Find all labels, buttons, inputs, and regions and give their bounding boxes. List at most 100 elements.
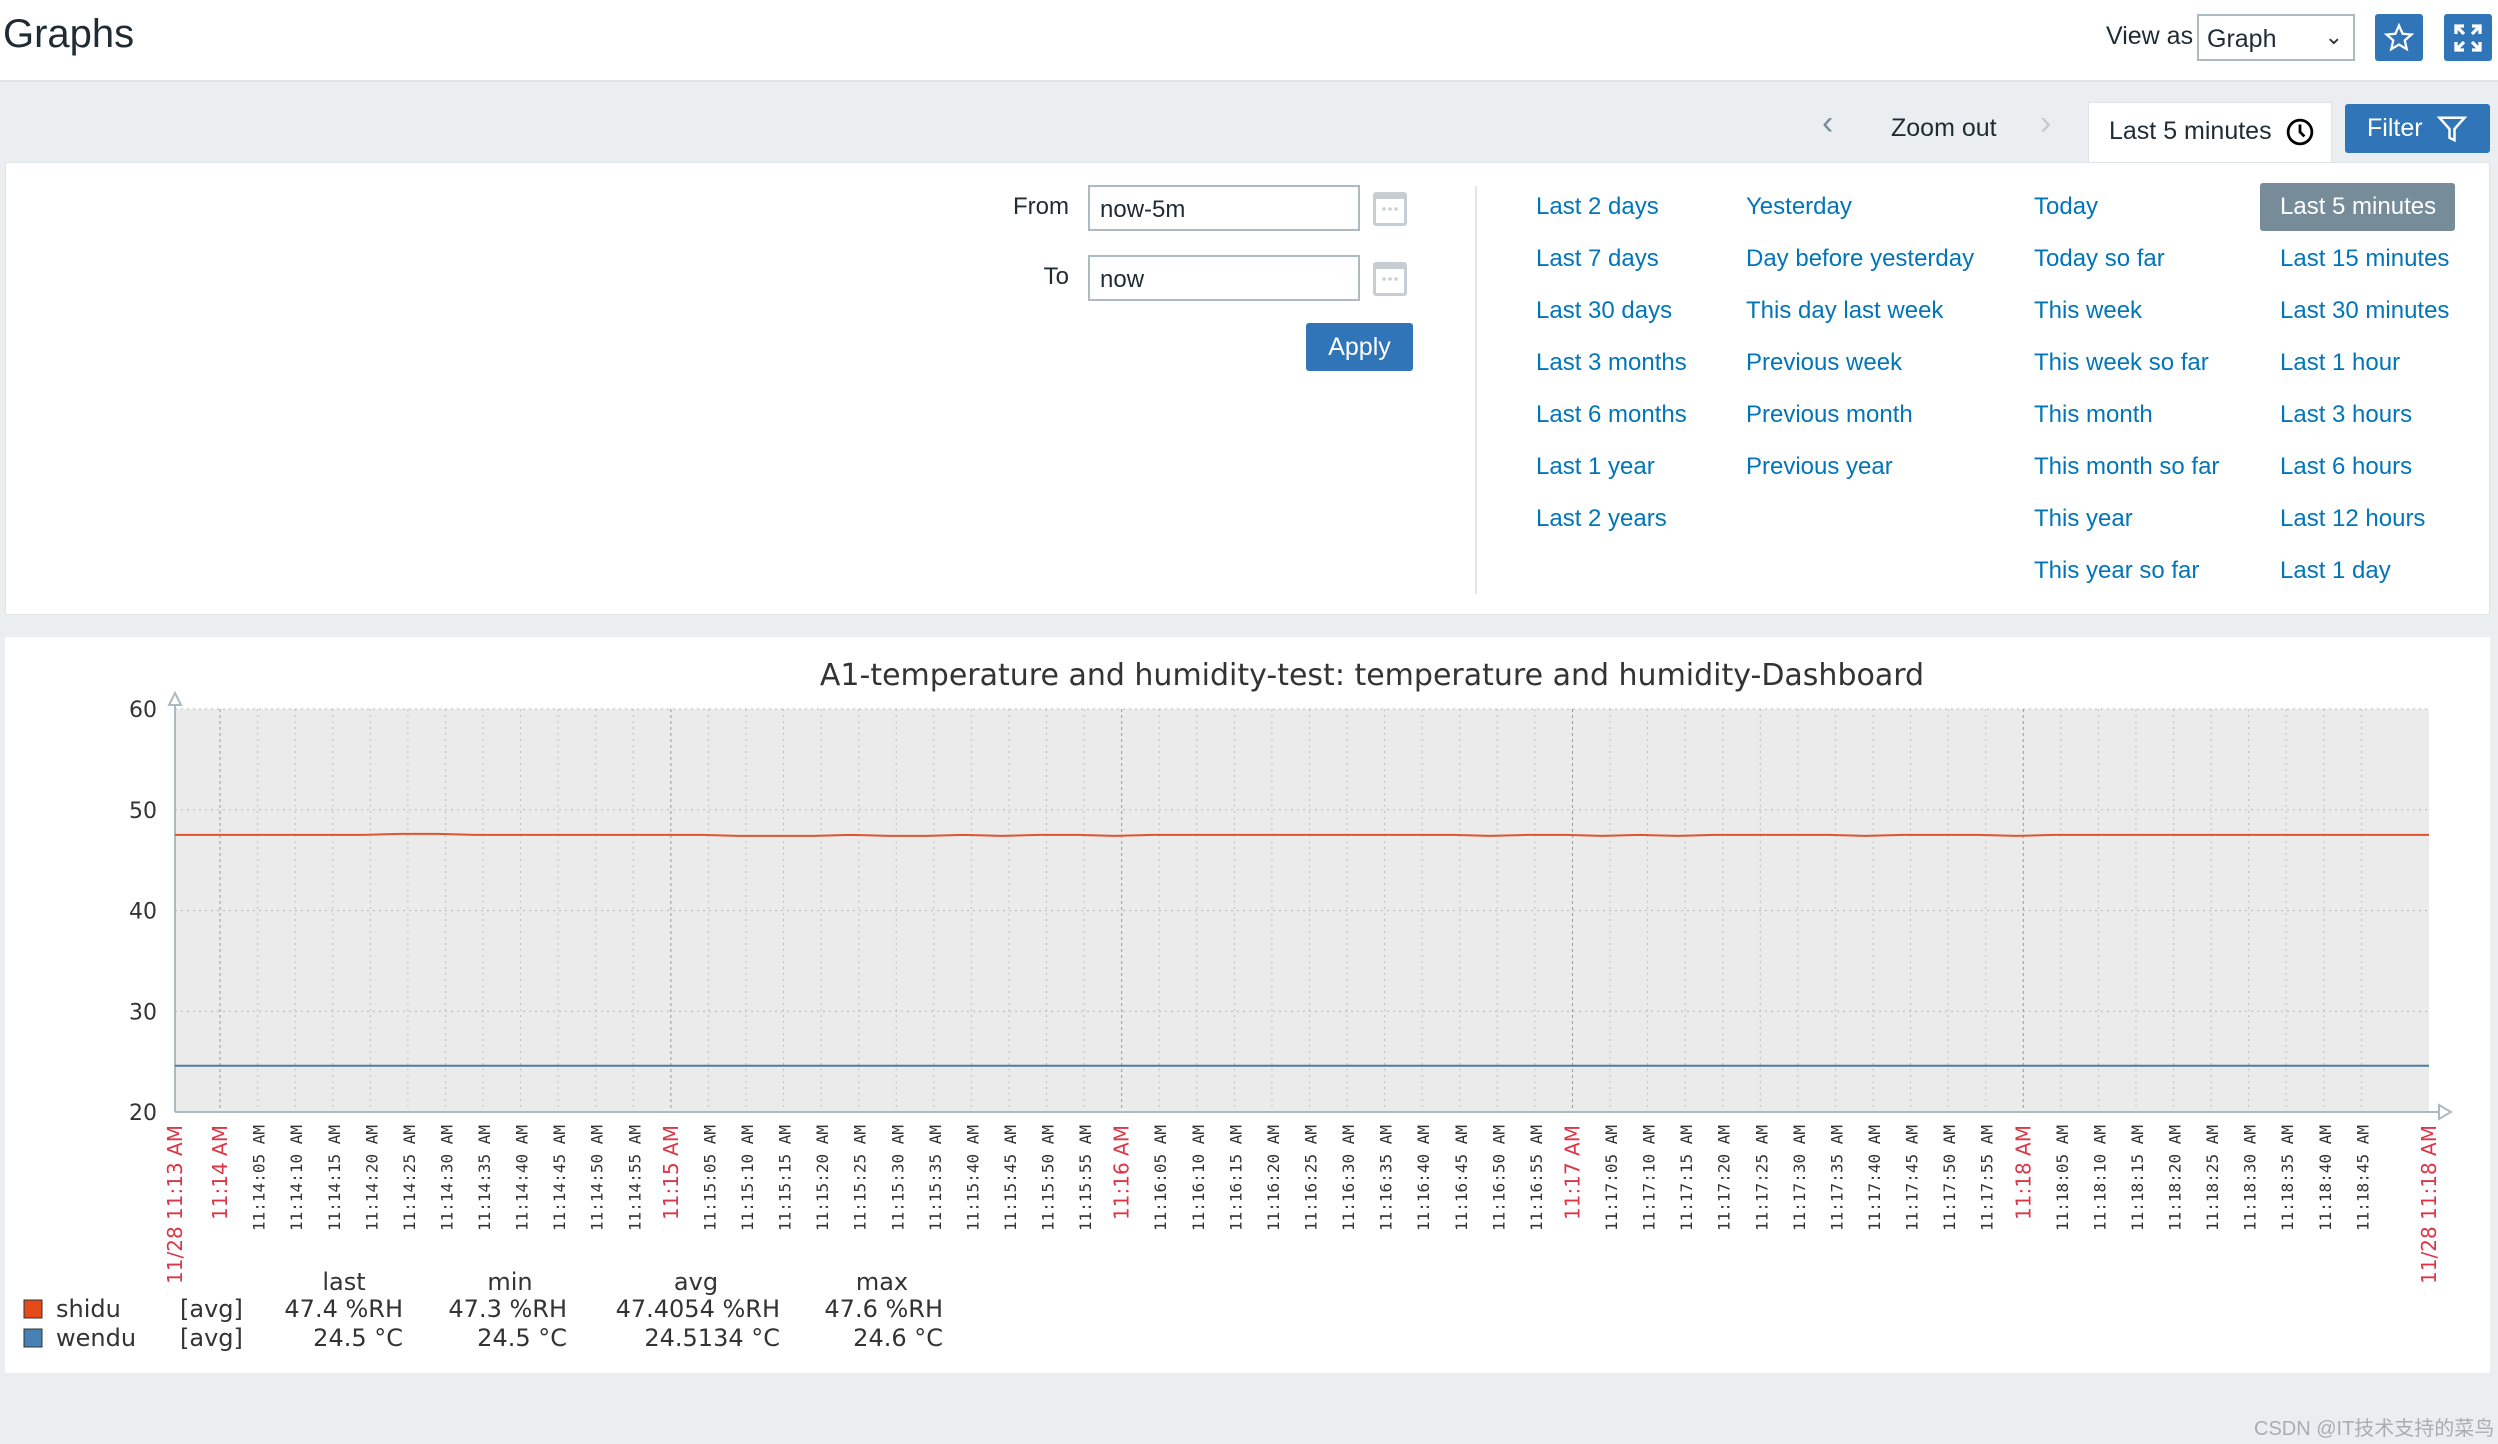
star-icon: [2384, 22, 2414, 51]
chevron-right-icon[interactable]: ›: [2040, 104, 2051, 143]
x-tick-label: 11:17:05 AM: [1602, 1125, 1621, 1231]
quick-range-link[interactable]: This day last week: [1746, 297, 1943, 325]
x-tick-label: 11:15:55 AM: [1076, 1125, 1095, 1231]
fullscreen-button[interactable]: [2444, 14, 2492, 61]
quick-range-link[interactable]: Last 7 days: [1536, 245, 1659, 273]
calendar-icon[interactable]: [1373, 262, 1407, 296]
quick-range-link[interactable]: Last 1 hour: [2280, 349, 2400, 377]
quick-range-link[interactable]: This year: [2034, 505, 2133, 533]
quick-range-link[interactable]: This year so far: [2034, 557, 2199, 585]
quick-range-link[interactable]: Last 6 hours: [2280, 453, 2412, 481]
quick-range-link[interactable]: Last 15 minutes: [2280, 245, 2449, 273]
filter-button[interactable]: Filter: [2345, 104, 2490, 153]
legend-max: 47.6 %RH: [824, 1295, 943, 1323]
x-tick-label: 11:15:15 AM: [776, 1125, 795, 1231]
quick-range-link[interactable]: This month: [2034, 401, 2153, 429]
quick-range-link[interactable]: Last 1 year: [1536, 453, 1655, 481]
x-tick-label: 11:15:45 AM: [1001, 1125, 1020, 1231]
x-tick-label: 11:15:20 AM: [813, 1125, 832, 1231]
calendar-icon[interactable]: [1373, 192, 1407, 226]
x-tick-label: 11:17:50 AM: [1940, 1125, 1959, 1231]
x-tick-label: 11:17:25 AM: [1752, 1125, 1771, 1231]
legend-min: 47.3 %RH: [448, 1295, 567, 1323]
quick-range-link[interactable]: Last 2 years: [1536, 505, 1667, 533]
x-tick-label: 11:15:30 AM: [888, 1125, 907, 1231]
y-tick-label: 50: [129, 799, 157, 824]
favorite-button[interactable]: [2375, 14, 2423, 61]
quick-range-link[interactable]: Last 30 minutes: [2280, 297, 2449, 325]
x-tick-label: 11:16:45 AM: [1452, 1125, 1471, 1231]
quick-range-link[interactable]: Today so far: [2034, 245, 2165, 273]
legend-swatch: [23, 1299, 43, 1319]
quick-range-link[interactable]: This week so far: [2034, 349, 2209, 377]
x-tick-label: 11:18:25 AM: [2203, 1125, 2222, 1231]
x-tick-label: 11:17:40 AM: [1865, 1125, 1884, 1231]
x-tick-label: 11:18:20 AM: [2166, 1125, 2185, 1231]
x-tick-label: 11:15:10 AM: [738, 1125, 757, 1231]
x-tick-label: 11:15:05 AM: [700, 1125, 719, 1231]
x-tick-label: 11:14:50 AM: [588, 1125, 607, 1231]
x-end-label: 11/28 11:18 AM: [2417, 1125, 2441, 1284]
clock-icon: [2286, 118, 2314, 146]
quick-range-link[interactable]: Last 3 hours: [2280, 401, 2412, 429]
view-as-value: Graph: [2207, 25, 2277, 53]
x-tick-label: 11:17:15 AM: [1677, 1125, 1696, 1231]
from-input[interactable]: now-5m: [1088, 185, 1360, 231]
x-tick-label: 11:17:35 AM: [1827, 1125, 1846, 1231]
x-tick-label: 11:14:15 AM: [325, 1125, 344, 1231]
x-tick-label: 11:16:05 AM: [1151, 1125, 1170, 1231]
graph-chart: A1-temperature and humidity-test: temper…: [23, 658, 2453, 1352]
quick-range-link[interactable]: Previous week: [1746, 349, 1902, 377]
quick-range-link[interactable]: Last 30 days: [1536, 297, 1672, 325]
x-tick-label: 11:16:30 AM: [1339, 1125, 1358, 1231]
x-tick-label: 11:17:55 AM: [1978, 1125, 1997, 1231]
quick-range-link[interactable]: Last 6 months: [1536, 401, 1687, 429]
divider: [1475, 186, 1477, 594]
legend-func: [avg]: [180, 1324, 243, 1352]
to-input[interactable]: now: [1088, 255, 1360, 301]
chevron-left-icon[interactable]: ‹: [1822, 104, 1833, 143]
x-tick-label: 11:17:45 AM: [1903, 1125, 1922, 1231]
apply-button[interactable]: Apply: [1306, 323, 1413, 371]
quick-range-link[interactable]: Day before yesterday: [1746, 245, 1974, 273]
legend-swatch: [23, 1328, 43, 1348]
quick-range-link[interactable]: Last 5 minutes: [2260, 183, 2455, 231]
quick-range-link[interactable]: Today: [2034, 193, 2098, 221]
x-tick-label: 11:16:35 AM: [1377, 1125, 1396, 1231]
x-tick-label: 11:16:50 AM: [1489, 1125, 1508, 1231]
quick-range-link[interactable]: This month so far: [2034, 453, 2219, 481]
quick-range-link[interactable]: Last 12 hours: [2280, 505, 2425, 533]
legend-name: wendu: [56, 1324, 136, 1352]
x-tick-label: 11:14:45 AM: [550, 1125, 569, 1231]
quick-range-link[interactable]: Yesterday: [1746, 193, 1852, 221]
legend-avg: 24.5134 °C: [644, 1324, 780, 1352]
quick-range-link[interactable]: Previous year: [1746, 453, 1893, 481]
series-line-shidu: [175, 832, 2429, 837]
x-tick-label: 11:14:40 AM: [513, 1125, 532, 1231]
legend-last: 47.4 %RH: [284, 1295, 403, 1323]
legend-func: [avg]: [180, 1295, 243, 1323]
x-tick-label: 11:14:35 AM: [475, 1125, 494, 1231]
view-as-select[interactable]: Graph ⌄: [2197, 14, 2355, 61]
zoom-out-button[interactable]: Zoom out: [1891, 114, 1997, 143]
x-tick-label: 11:17:30 AM: [1790, 1125, 1809, 1231]
quick-range-link[interactable]: Last 1 day: [2280, 557, 2391, 585]
to-label: To: [1043, 263, 1069, 290]
tab-label: Last 5 minutes: [2109, 117, 2272, 145]
y-tick-label: 40: [129, 900, 157, 925]
x-tick-label: 11:17:20 AM: [1715, 1125, 1734, 1231]
tab-time-range[interactable]: Last 5 minutes: [2088, 102, 2332, 164]
quick-range-link[interactable]: This week: [2034, 297, 2142, 325]
fullscreen-icon: [2454, 23, 2482, 52]
x-tick-label: 11:15:25 AM: [851, 1125, 870, 1231]
quick-range-link[interactable]: Last 2 days: [1536, 193, 1659, 221]
x-tick-label: 11:14:30 AM: [437, 1125, 456, 1231]
x-axis-arrow-icon: [2438, 1103, 2453, 1121]
chart-title: A1-temperature and humidity-test: temper…: [820, 658, 1924, 693]
quick-range-link[interactable]: Previous month: [1746, 401, 1913, 429]
quick-range-link[interactable]: Last 3 months: [1536, 349, 1687, 377]
chevron-down-icon: ⌄: [2324, 24, 2343, 49]
x-tick-label: 11:14:20 AM: [362, 1125, 381, 1231]
y-tick-label: 20: [129, 1101, 157, 1126]
x-tick-label: 11:18:05 AM: [2053, 1125, 2072, 1231]
